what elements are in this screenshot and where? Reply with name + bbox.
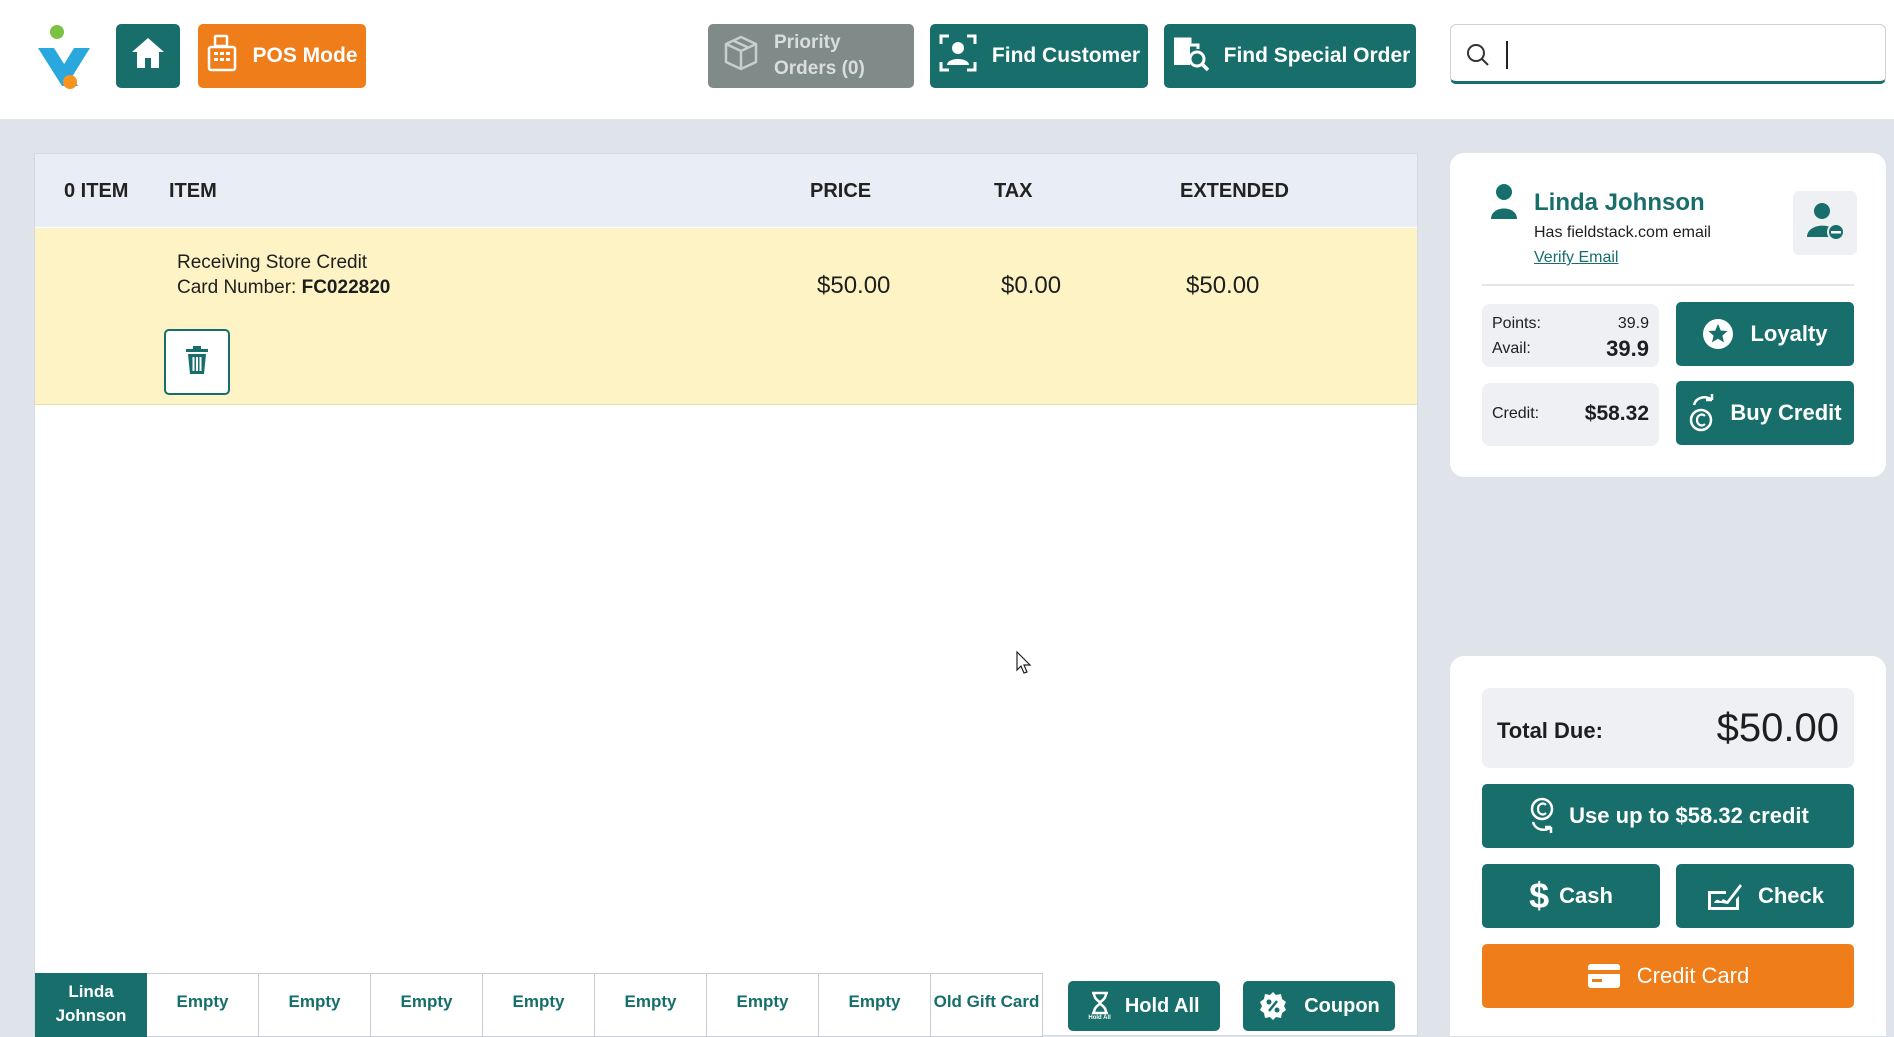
divider <box>1482 284 1854 286</box>
credit-box: Credit: $58.32 <box>1482 383 1659 446</box>
order-tab[interactable]: Empty <box>483 973 595 1037</box>
points-box: Points: 39.9 Avail: 39.9 <box>1482 304 1659 367</box>
cart-header: 0 ITEM ITEM PRICE TAX EXTENDED <box>35 154 1417 227</box>
text-caret <box>1506 41 1508 69</box>
verify-email-link[interactable]: Verify Email <box>1534 249 1618 267</box>
column-tax: TAX <box>994 180 1033 202</box>
pos-terminal-icon <box>206 33 252 79</box>
column-extended: EXTENDED <box>1180 180 1289 202</box>
pos-mode-label: POS Mode <box>252 44 358 67</box>
trash-icon <box>184 345 210 380</box>
home-button[interactable] <box>116 24 180 88</box>
loyalty-label: Loyalty <box>1750 321 1828 346</box>
delete-line-button[interactable] <box>164 329 230 395</box>
customer-panel: Linda Johnson Has fieldstack.com email V… <box>1450 153 1886 477</box>
column-price: PRICE <box>810 180 872 202</box>
order-tab[interactable]: Old Gift Card <box>931 973 1043 1037</box>
search-input[interactable] <box>1511 35 1875 75</box>
find-order-icon <box>1170 33 1224 79</box>
order-tab[interactable]: Empty <box>595 973 707 1037</box>
use-credit-button[interactable]: Use up to $58.32 credit <box>1482 784 1854 848</box>
order-tab[interactable]: Empty <box>259 973 371 1037</box>
pos-mode-button[interactable]: POS Mode <box>198 24 366 88</box>
order-tab[interactable]: Empty <box>371 973 483 1037</box>
payment-panel: Total Due: $50.00 Use up to $58.32 credi… <box>1450 656 1886 1036</box>
dollar-icon: $ <box>1529 875 1550 916</box>
order-tab[interactable]: Linda Johnson <box>35 973 147 1037</box>
held-orders-tabs: Linda Johnson Empty Empty Empty Empty Em… <box>35 973 1043 1037</box>
find-customer-button[interactable]: Find Customer <box>930 24 1148 88</box>
loyalty-button[interactable]: Loyalty <box>1676 302 1854 366</box>
avail-label: Avail: <box>1492 340 1531 357</box>
total-due-label: Total Due: <box>1497 718 1603 743</box>
box-icon <box>722 34 774 78</box>
hold-all-label: Hold All <box>1124 994 1200 1017</box>
coupon-button[interactable]: Coupon <box>1243 981 1395 1031</box>
buy-credit-label: Buy Credit <box>1730 400 1842 425</box>
find-customer-icon <box>938 33 992 79</box>
avail-value: 39.9 <box>1606 336 1649 361</box>
user-icon <box>1490 183 1518 224</box>
customer-email-note: Has fieldstack.com email <box>1534 224 1711 241</box>
use-credit-label: Use up to $58.32 credit <box>1569 803 1809 828</box>
credit-coin-icon <box>1688 393 1718 433</box>
customer-name[interactable]: Linda Johnson <box>1534 189 1705 217</box>
check-icon <box>1706 881 1742 911</box>
coupon-label: Coupon <box>1304 994 1380 1017</box>
hold-all-button[interactable]: Hold All Hold All <box>1068 981 1220 1031</box>
home-icon <box>129 35 167 77</box>
cart-line-item[interactable]: Receiving Store Credit Card Number: FC02… <box>35 228 1417 405</box>
mouse-cursor-icon <box>1016 650 1032 680</box>
card-number-label: Card Number: <box>177 277 302 298</box>
find-customer-label: Find Customer <box>991 44 1141 67</box>
credit-label: Credit: <box>1492 405 1540 422</box>
priority-orders-label-line2: Orders (0) <box>774 58 865 79</box>
remove-customer-button[interactable] <box>1793 191 1857 255</box>
credit-coin-icon <box>1527 796 1557 836</box>
search-icon <box>1465 42 1491 73</box>
remove-user-icon <box>1805 201 1845 246</box>
line-item-name: Receiving Store Credit <box>177 252 368 273</box>
logo-icon[interactable] <box>34 22 96 90</box>
line-item-tax: $0.00 <box>1001 272 1062 299</box>
cash-label: Cash <box>1559 883 1613 908</box>
cash-button[interactable]: $ Cash <box>1482 864 1660 928</box>
line-item-price: $50.00 <box>817 272 891 299</box>
column-item-count: 0 ITEM <box>64 180 129 202</box>
column-item: ITEM <box>169 180 217 202</box>
card-number-value: FC022820 <box>301 277 391 298</box>
priority-orders-button[interactable]: Priority Orders (0) <box>708 24 914 88</box>
total-due-box: Total Due: $50.00 <box>1482 688 1854 768</box>
total-due-value: $50.00 <box>1716 706 1839 750</box>
star-icon <box>1702 318 1734 350</box>
points-label: Points: <box>1492 315 1541 332</box>
check-button[interactable]: Check <box>1676 864 1854 928</box>
order-tab[interactable]: Empty <box>147 973 259 1037</box>
hourglass-icon: Hold All <box>1088 991 1111 1022</box>
credit-card-icon <box>1587 963 1621 989</box>
coupon-icon <box>1258 991 1288 1021</box>
points-value: 39.9 <box>1617 315 1649 332</box>
line-item-description: Receiving Store Credit Card Number: FC02… <box>177 250 390 300</box>
credit-card-button[interactable]: Credit Card <box>1482 944 1854 1008</box>
search-box[interactable] <box>1450 24 1886 84</box>
find-special-order-button[interactable]: Find Special Order <box>1164 24 1416 88</box>
order-tab[interactable]: Empty <box>707 973 819 1037</box>
cart-panel: 0 ITEM ITEM PRICE TAX EXTENDED Receiving… <box>34 153 1418 1037</box>
credit-value: $58.32 <box>1584 402 1649 425</box>
credit-card-label: Credit Card <box>1636 963 1750 988</box>
buy-credit-button[interactable]: Buy Credit <box>1676 381 1854 445</box>
find-special-order-label: Find Special Order <box>1223 44 1411 67</box>
order-tab[interactable]: Empty <box>819 973 931 1037</box>
line-item-extended: $50.00 <box>1186 272 1260 299</box>
check-label: Check <box>1757 883 1825 908</box>
priority-orders-label-line1: Priority <box>774 32 841 53</box>
